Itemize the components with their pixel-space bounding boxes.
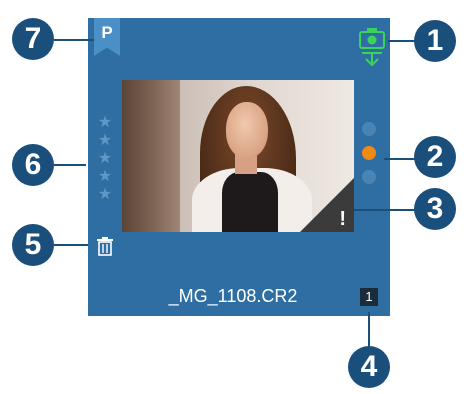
trash-icon[interactable] (96, 236, 114, 256)
callout-leader (54, 39, 94, 41)
index-badge: 1 (360, 288, 378, 306)
callout-3: 3 (414, 188, 456, 230)
callout-7: 7 (12, 18, 54, 60)
filename-label: _MG_1108.CR2 (168, 286, 298, 306)
star-icon[interactable]: ★ (96, 132, 114, 150)
bookmark-letter: P (101, 23, 113, 42)
thumbnail-image[interactable]: ! (122, 80, 354, 232)
color-labels (362, 122, 378, 194)
camera-import-icon[interactable] (358, 26, 386, 68)
star-icon[interactable]: ★ (96, 150, 114, 168)
bookmark-icon[interactable]: P (94, 18, 120, 56)
callout-leader (368, 312, 370, 350)
thumbnail-tile[interactable]: P ! ★ ★ ★ ★ ★ _MG_1108.CR2 1 (88, 18, 390, 316)
photo-wall (122, 80, 180, 232)
callout-4: 4 (348, 346, 390, 388)
callout-leader (54, 244, 88, 246)
callout-1: 1 (414, 20, 456, 62)
photo-face (226, 102, 268, 158)
callout-leader (384, 158, 418, 160)
callout-leader (54, 164, 86, 166)
callout-leader (354, 209, 418, 211)
color-label-dot[interactable] (362, 122, 376, 136)
color-label-dot[interactable] (362, 170, 376, 184)
star-icon[interactable]: ★ (96, 186, 114, 204)
star-icon[interactable]: ★ (96, 168, 114, 186)
photo-vest (222, 172, 278, 232)
warning-mark: ! (339, 208, 346, 230)
callout-5: 5 (12, 224, 54, 266)
callout-2: 2 (414, 136, 456, 178)
color-label-dot-active[interactable] (362, 146, 376, 160)
callout-6: 6 (12, 144, 54, 186)
star-rating[interactable]: ★ ★ ★ ★ ★ (96, 114, 114, 204)
star-icon[interactable]: ★ (96, 114, 114, 132)
